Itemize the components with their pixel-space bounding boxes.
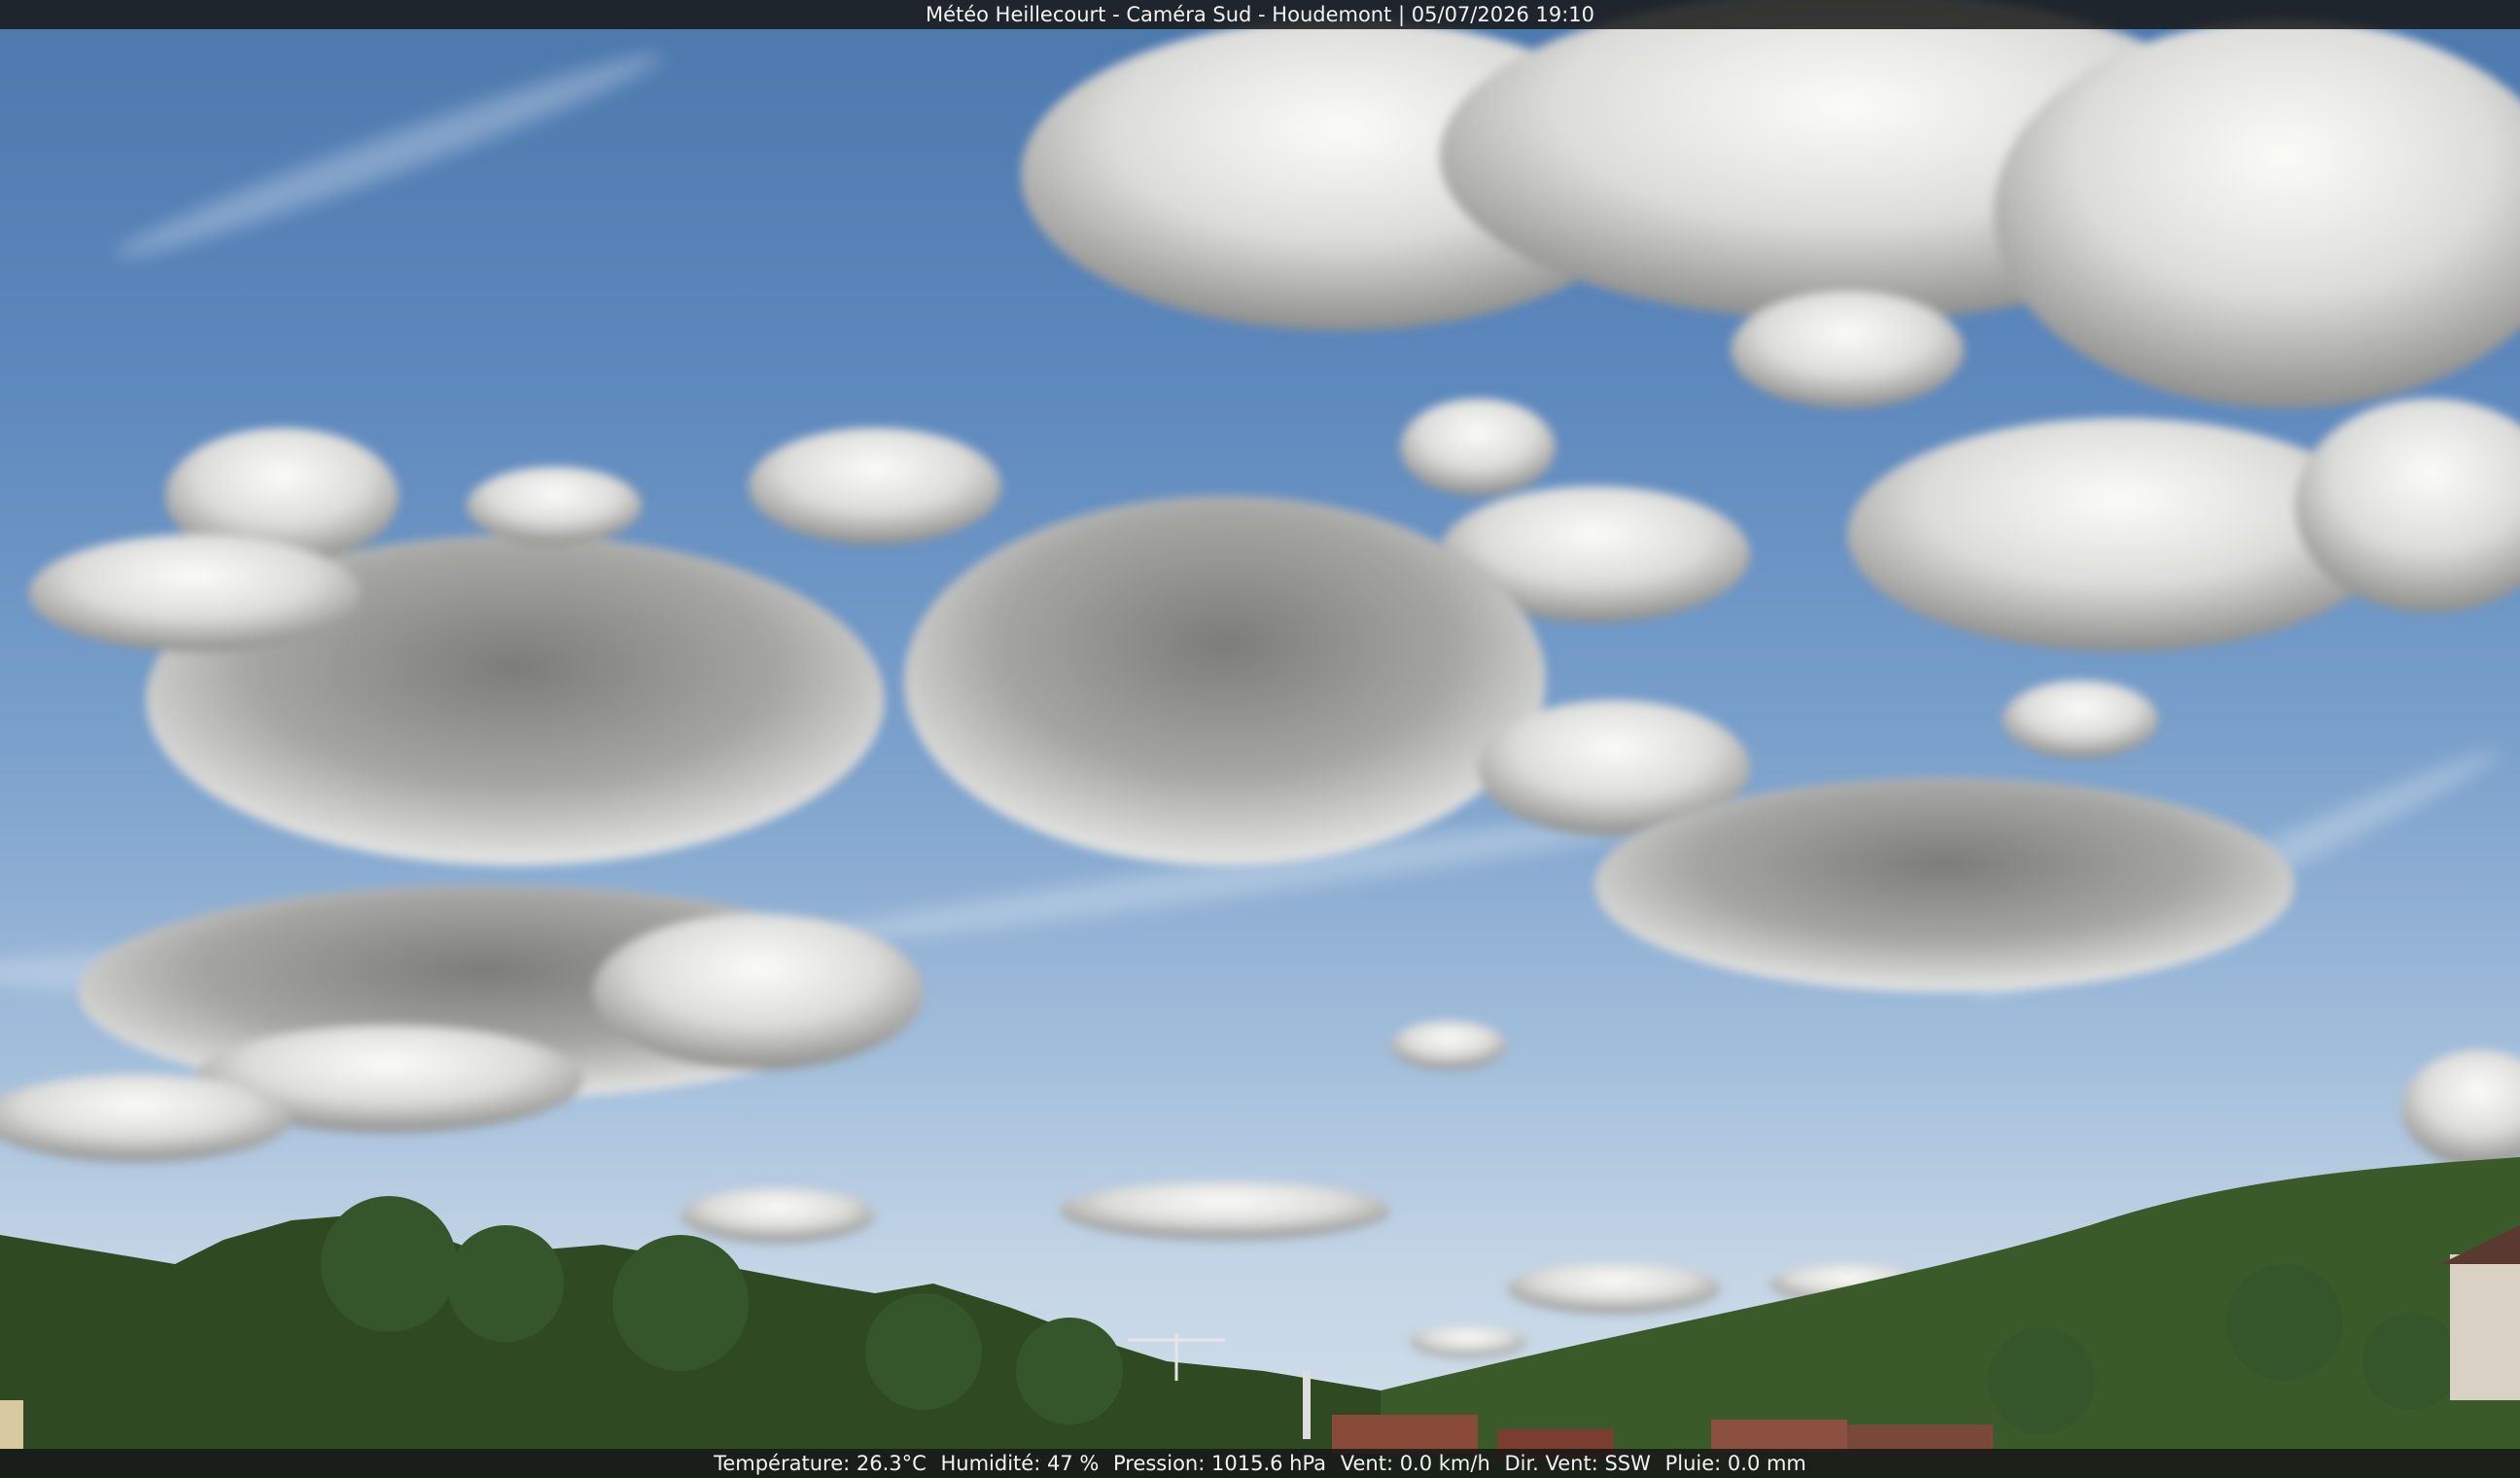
cloud-small-center: [749, 428, 1001, 545]
weather-info-bar: Température: 26.3°C Humidité: 47 % Press…: [0, 1449, 2520, 1478]
wind-speed-reading: Vent: 0.0 km/h: [1340, 1452, 1490, 1475]
webcam-title: Météo Heillecourt - Caméra Sud - Houdemo…: [925, 3, 1595, 26]
webcam-scene: [0, 0, 2520, 1478]
rain-reading: Pluie: 0.0 mm: [1664, 1452, 1806, 1475]
wind-direction-reading: Dir. Vent: SSW: [1504, 1452, 1651, 1475]
pressure-reading: Pression: 1015.6 hPa: [1112, 1452, 1327, 1475]
cloud-right-middle: [1594, 778, 2294, 992]
humidity-reading: Humidité: 47 %: [940, 1452, 1100, 1475]
webcam-title-bar: Météo Heillecourt - Caméra Sud - Houdemo…: [0, 0, 2520, 29]
temperature-reading: Température: 26.3°C: [714, 1452, 927, 1475]
cloud-lower-left: [0, 885, 924, 1162]
